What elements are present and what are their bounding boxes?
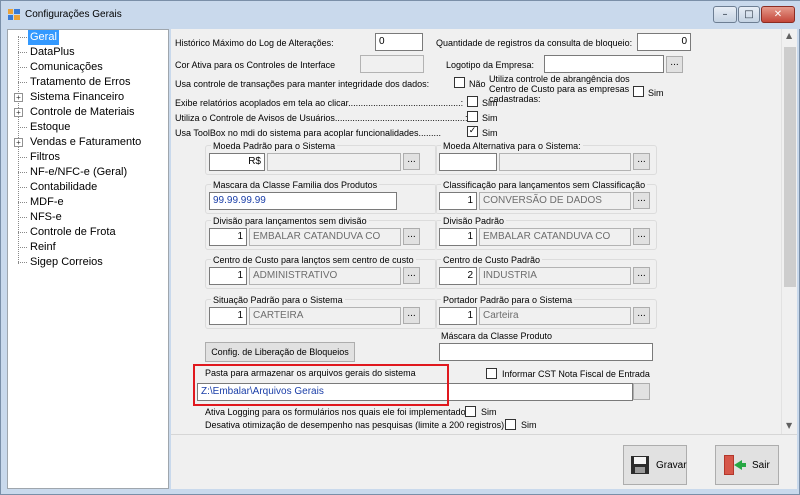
divisao-padrao-code[interactable]: 1 (439, 228, 477, 246)
divisao-padrao-desc: EMBALAR CATANDUVA CO (479, 228, 631, 246)
abrangencia-label: Utiliza controle de abrangência dos Cent… (489, 74, 630, 104)
divisao-padrao-label: Divisão Padrão (441, 216, 507, 226)
otimizacao-value: Sim (521, 420, 537, 430)
cor-ativa-swatch[interactable] (360, 55, 424, 73)
portador-desc: Carteira (479, 307, 631, 325)
classificacao-label: Classificação para lançamentos sem Class… (441, 180, 648, 190)
classificacao-desc: CONVERSÃO DE DADOS (479, 192, 631, 210)
moeda-padrao-code[interactable]: R$ (209, 153, 265, 171)
logotipo-browse-button[interactable]: ... (666, 56, 683, 73)
scroll-up-icon[interactable]: ▲ (786, 31, 792, 40)
relatorios-label: Exibe relatórios acoplados em tela ao cl… (175, 98, 464, 108)
sair-button[interactable]: Sair (715, 445, 779, 485)
gravar-button[interactable]: Gravar (623, 445, 687, 485)
toolbox-value: Sim (482, 128, 498, 138)
centro-padrao-search-button[interactable]: ... (633, 267, 650, 284)
divisao-sem-code[interactable]: 1 (209, 228, 247, 246)
qtd-bloqueio-input[interactable]: 0 (637, 33, 691, 51)
sair-label: Sair (752, 460, 770, 471)
window-title: Configurações Gerais (25, 9, 122, 20)
moeda-alt-code[interactable] (439, 153, 497, 171)
liberacao-bloqueios-button[interactable]: Config. de Liberação de Bloqueios (205, 342, 355, 362)
moeda-padrao-desc (267, 153, 401, 171)
classificacao-code[interactable]: 1 (439, 192, 477, 210)
transacoes-checkbox[interactable] (454, 77, 465, 88)
classificacao-search-button[interactable]: ... (633, 192, 650, 209)
scroll-down-icon[interactable]: ▼ (786, 421, 792, 430)
abrangencia-checkbox[interactable] (633, 86, 644, 97)
mascara-produto-label: Máscara da Classe Produto (441, 331, 553, 341)
highlight-box (193, 364, 449, 406)
scroll-thumb[interactable] (784, 47, 796, 287)
maximize-button[interactable]: □ (738, 6, 760, 23)
historico-label: Histórico Máximo do Log de Alterações: (175, 38, 334, 48)
cst-label: Informar CST Nota Fiscal de Entrada (502, 369, 650, 379)
centro-sem-desc: ADMINISTRATIVO (249, 267, 401, 285)
abrangencia-value: Sim (648, 88, 664, 98)
avisos-checkbox[interactable] (467, 111, 478, 122)
centro-sem-search-button[interactable]: ... (403, 267, 420, 284)
moeda-padrao-label: Moeda Padrão para o Sistema (211, 141, 338, 151)
historico-input[interactable]: 0 (375, 33, 423, 51)
moeda-alt-label: Moeda Alternativa para o Sistema: (441, 141, 583, 151)
centro-padrao-label: Centro de Custo Padrão (441, 255, 543, 265)
transacoes-value: Não (469, 79, 486, 89)
divisao-sem-search-button[interactable]: ... (403, 228, 420, 245)
close-button[interactable]: ✕ (761, 6, 795, 23)
pasta-browse-button[interactable] (633, 383, 650, 400)
moeda-alt-search-button[interactable]: ... (633, 153, 650, 170)
divisao-padrao-search-button[interactable]: ... (633, 228, 650, 245)
action-bar: Gravar Sair (171, 434, 797, 489)
situacao-desc: CARTEIRA (249, 307, 401, 325)
title-bar: Configurações Gerais – □ ✕ (1, 1, 800, 29)
logging-checkbox[interactable] (465, 406, 476, 417)
situacao-code[interactable]: 1 (209, 307, 247, 325)
divisao-sem-label: Divisão para lançamentos sem divisão (211, 216, 369, 226)
centro-sem-label: Centro de Custo para lançtos sem centro … (211, 255, 416, 265)
minimize-button[interactable]: – (713, 6, 737, 23)
exit-door-icon (724, 455, 746, 475)
toolbox-checkbox[interactable]: ✓ (467, 126, 478, 137)
app-icon (8, 9, 20, 20)
portador-label: Portador Padrão para o Sistema (441, 295, 575, 305)
mascara-produto-input[interactable] (439, 343, 653, 361)
settings-panel: Histórico Máximo do Log de Alterações: 0… (171, 29, 781, 434)
toolbox-label: Usa ToolBox no mdi do sistema para acopl… (175, 128, 441, 138)
centro-padrao-desc: INDUSTRIA (479, 267, 631, 285)
moeda-padrao-search-button[interactable]: ... (403, 153, 420, 170)
tree-connector (18, 36, 19, 264)
portador-search-button[interactable]: ... (633, 307, 650, 324)
logging-label: Ativa Logging para os formulários nos qu… (205, 407, 469, 417)
qtd-bloqueio-label: Quantidade de registros da consulta de b… (436, 38, 633, 48)
expand-icon[interactable]: + (14, 108, 23, 117)
relatorios-value: Sim (482, 98, 498, 108)
gravar-label: Gravar (656, 460, 687, 471)
avisos-label: Utiliza o Controle de Avisos de Usuários… (175, 113, 468, 123)
vertical-scrollbar[interactable]: ▲ ▼ (781, 29, 797, 434)
mascara-familia-input[interactable]: 99.99.99.99 (209, 192, 397, 210)
config-tree: Geral DataPlus Comunicações Tratamento d… (7, 29, 169, 489)
logging-value: Sim (481, 407, 497, 417)
expand-icon[interactable]: + (14, 93, 23, 102)
save-icon (631, 456, 649, 474)
logotipo-label: Logotipo da Empresa: (446, 60, 535, 70)
situacao-label: Situação Padrão para o Sistema (211, 295, 345, 305)
situacao-search-button[interactable]: ... (403, 307, 420, 324)
mascara-familia-label: Mascara da Classe Familia dos Produtos (211, 180, 380, 190)
otimizacao-label: Desativa otimização de desempenho nas pe… (205, 420, 507, 430)
portador-code[interactable]: 1 (439, 307, 477, 325)
configuracoes-gerais-window: Configurações Gerais – □ ✕ Geral DataPlu… (0, 0, 800, 495)
relatorios-checkbox[interactable] (467, 96, 478, 107)
moeda-alt-desc (499, 153, 631, 171)
avisos-value: Sim (482, 113, 498, 123)
logotipo-input[interactable] (544, 55, 664, 73)
centro-sem-code[interactable]: 1 (209, 267, 247, 285)
expand-icon[interactable]: + (14, 138, 23, 147)
transacoes-label: Usa controle de transações para manter i… (175, 79, 430, 89)
centro-padrao-code[interactable]: 2 (439, 267, 477, 285)
otimizacao-checkbox[interactable] (505, 419, 516, 430)
divisao-sem-desc: EMBALAR CATANDUVA CO (249, 228, 401, 246)
cst-checkbox[interactable] (486, 368, 497, 379)
cor-ativa-label: Cor Ativa para os Controles de Interface (175, 60, 336, 70)
